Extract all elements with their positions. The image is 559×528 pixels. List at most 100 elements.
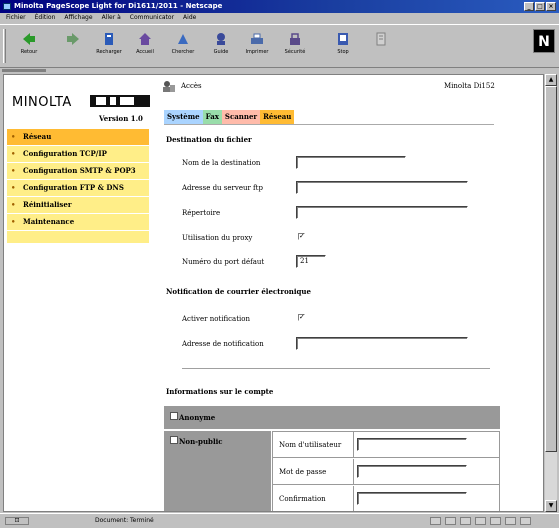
component-bar-icon[interactable] (520, 517, 531, 525)
menu-file[interactable]: Fichier (6, 13, 26, 23)
forward-button[interactable] (56, 30, 90, 62)
bullet-icon: • (11, 217, 16, 226)
toolbar-grip[interactable] (3, 29, 6, 63)
directory-label: Répertoire (182, 209, 221, 217)
proxy-label: Utilisation du proxy (182, 234, 253, 242)
minimize-button[interactable]: _ (524, 2, 534, 11)
location-bar-collapsed (0, 69, 559, 73)
user-access-label[interactable]: Accès (181, 82, 202, 90)
nav-item-reset[interactable]: • Réinitialiser (7, 197, 149, 214)
user-access-icon[interactable] (162, 80, 176, 93)
reload-button[interactable]: Recharger (92, 30, 126, 62)
menu-go[interactable]: Aller à (102, 13, 121, 23)
security-icon (288, 32, 302, 46)
port-label: Numéro du port défaut (182, 258, 265, 266)
dest-name-input[interactable] (296, 156, 406, 169)
password-input[interactable] (357, 465, 467, 478)
bullet-icon: • (11, 200, 16, 209)
notify-address-input[interactable] (296, 337, 468, 350)
menu-edit[interactable]: Édition (35, 13, 56, 23)
nav-item-maintenance[interactable]: • Maintenance (7, 214, 149, 231)
username-row: Nom d'utilisateur (273, 432, 499, 458)
account-credentials-table: Nom d'utilisateur Mot de passe Confirmat… (272, 431, 500, 511)
username-input[interactable] (357, 438, 467, 451)
print-button[interactable]: Imprimer (240, 30, 274, 62)
non-public-radio[interactable] (170, 436, 178, 444)
bullet-icon: • (11, 149, 16, 158)
nav-item-ftp-dns[interactable]: • Configuration FTP & DNS (7, 180, 149, 197)
bullet-icon: • (11, 132, 16, 141)
netscape-throbber-icon[interactable]: N (533, 29, 555, 53)
component-bar-icon[interactable] (445, 517, 456, 525)
window-title-bar: Minolta PageScope Light for Di1611/2011 … (0, 0, 559, 13)
section-email-notification: Notification de courrier électronique (166, 287, 311, 296)
proxy-checkbox[interactable]: ✓ (298, 233, 305, 240)
version-text: Version 1.0 (99, 114, 143, 123)
section-divider (182, 368, 490, 370)
tab-scanner[interactable]: Scanner (221, 110, 261, 124)
app-icon (3, 3, 11, 10)
bullet-icon: • (11, 183, 16, 192)
doc-button[interactable] (364, 30, 398, 62)
pagescope-logo-badge (90, 95, 150, 107)
nav-item-tcpip[interactable]: • Configuration TCP/IP (7, 146, 149, 163)
component-bar-icon[interactable] (505, 517, 516, 525)
scroll-up-icon[interactable]: ▲ (545, 74, 557, 86)
ftp-server-label: Adresse du serveur ftp (182, 184, 263, 192)
non-public-cell: Non-public (164, 431, 271, 511)
search-button[interactable]: Chercher (166, 30, 200, 62)
section-account-info: Informations sur le compte (166, 387, 274, 396)
component-bar-icon[interactable] (460, 517, 471, 525)
scroll-thumb[interactable] (545, 86, 557, 452)
component-bar-icon[interactable] (475, 517, 486, 525)
anonymous-row: Anonyme (164, 406, 500, 429)
nav-item-network[interactable]: • Réseau (7, 129, 149, 146)
back-button[interactable]: Retour (12, 30, 46, 62)
window-controls: _ □ × (524, 2, 556, 11)
tab-system[interactable]: Système (164, 110, 203, 124)
component-bar-icon[interactable] (430, 517, 441, 525)
maximize-button[interactable]: □ (535, 2, 545, 11)
guide-icon (214, 32, 228, 46)
scroll-down-icon[interactable]: ▼ (545, 500, 557, 512)
anonymous-radio[interactable] (170, 412, 178, 420)
confirm-input[interactable] (357, 492, 467, 505)
search-icon (176, 32, 190, 46)
home-icon (138, 32, 152, 46)
close-button[interactable]: × (546, 2, 556, 11)
vertical-scrollbar[interactable]: ▲ ▼ (545, 74, 557, 512)
navigation-toolbar: Retour Recharger Accueil Chercher Guide … (0, 24, 559, 68)
menu-communicator[interactable]: Communicator (130, 13, 174, 23)
confirm-label: Confirmation (279, 495, 326, 503)
port-input[interactable]: 21 (296, 255, 326, 268)
sidebar-filler (7, 231, 149, 243)
password-label: Mot de passe (279, 468, 327, 476)
notify-address-label: Adresse de notification (182, 340, 264, 348)
stop-button[interactable]: Stop (326, 30, 360, 62)
nav-item-smtp-pop3[interactable]: • Configuration SMTP & POP3 (7, 163, 149, 180)
section-file-destination: Destination du fichier (166, 135, 252, 144)
anonymous-label: Anonyme (179, 413, 216, 422)
component-bar-icon[interactable] (490, 517, 501, 525)
window-title: Minolta PageScope Light for Di1611/2011 … (14, 2, 223, 10)
menu-help[interactable]: Aide (183, 13, 196, 23)
tab-network[interactable]: Réseau (260, 110, 295, 124)
device-model: Minolta Di152 (444, 82, 495, 90)
forward-arrow-icon (66, 32, 80, 46)
menu-bar: Fichier Édition Affichage Aller à Commun… (0, 13, 559, 23)
status-bar: ⊡ Document: Terminé (0, 513, 559, 528)
security-lock-icon[interactable]: ⊡ (5, 517, 29, 525)
tab-fax[interactable]: Fax (202, 110, 222, 124)
tabs-divider (164, 124, 494, 125)
security-button[interactable]: Sécurité (278, 30, 312, 62)
location-bar-grip[interactable] (2, 69, 46, 72)
minolta-logo: MINOLTA (12, 95, 72, 110)
menu-view[interactable]: Affichage (64, 13, 92, 23)
ftp-server-input[interactable] (296, 181, 468, 194)
guide-button[interactable]: Guide (204, 30, 238, 62)
home-button[interactable]: Accueil (128, 30, 162, 62)
password-row: Mot de passe (273, 459, 499, 485)
confirm-row: Confirmation (273, 486, 499, 511)
notify-enable-checkbox[interactable]: ✓ (298, 314, 305, 321)
directory-input[interactable] (296, 206, 468, 219)
